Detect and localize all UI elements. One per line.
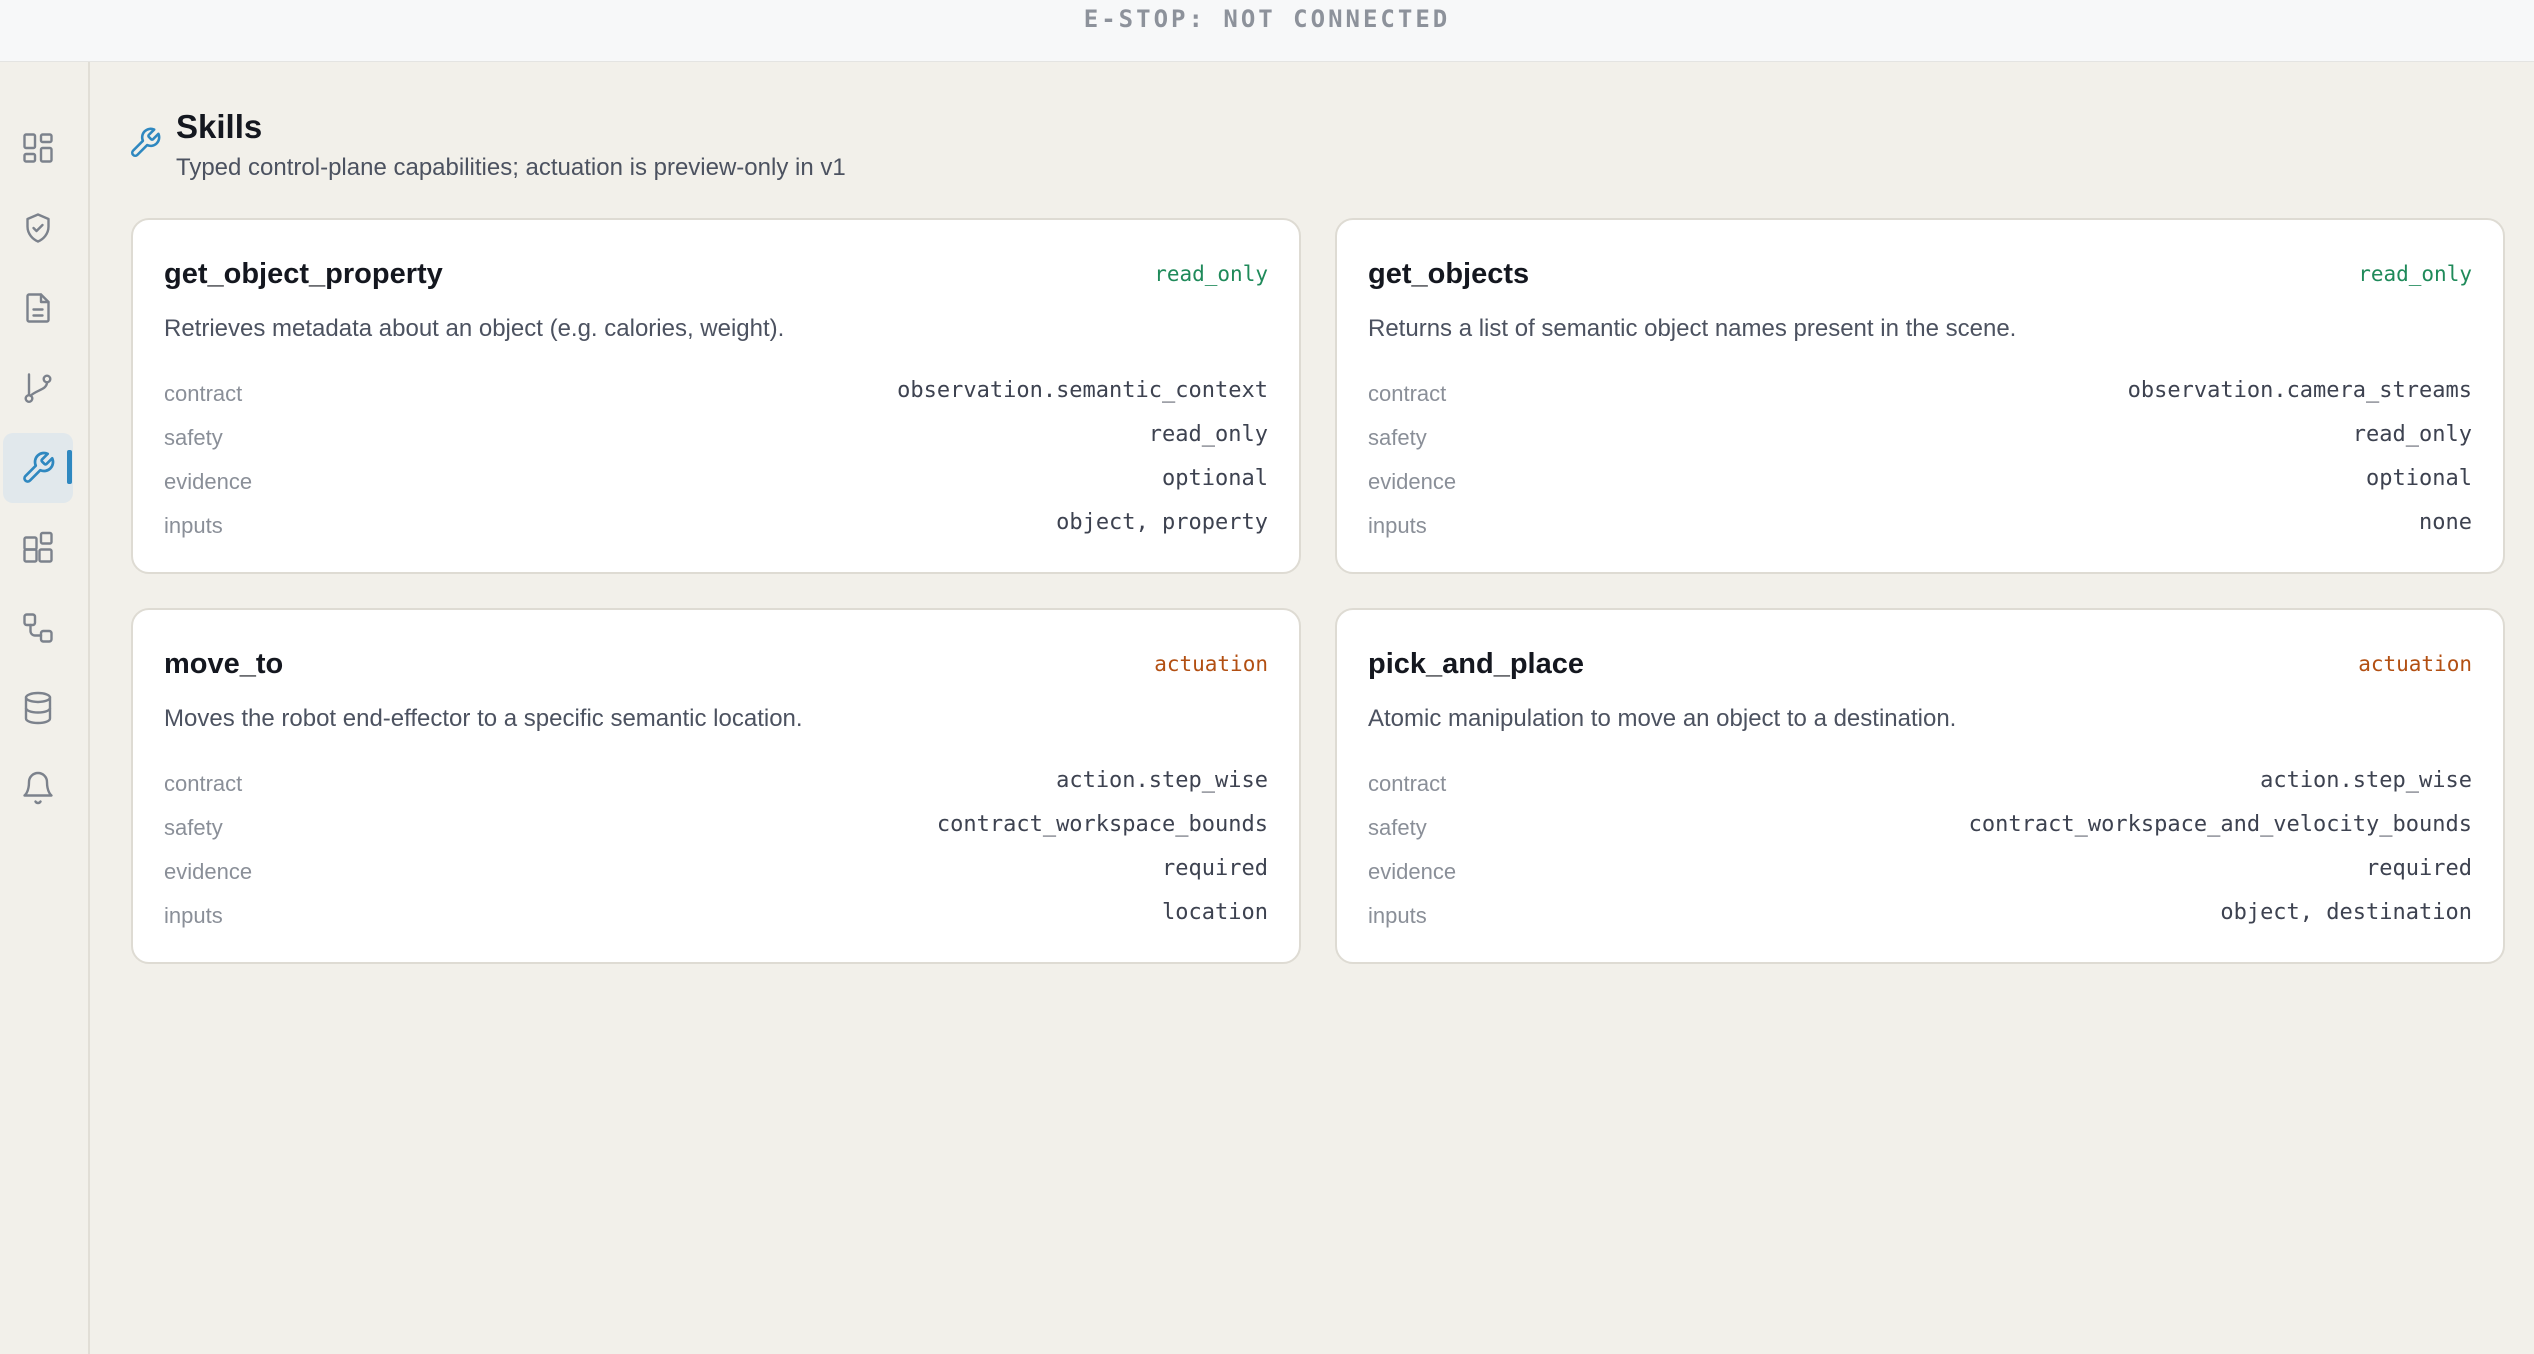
- database-icon: [24, 691, 52, 725]
- blocks-icon: [23, 531, 53, 563]
- inputs-label: inputs: [164, 903, 223, 928]
- evidence-label: evidence: [1368, 859, 1457, 884]
- skill-type-badge: read_only: [1154, 262, 1268, 286]
- inputs-value: object, destination: [2220, 900, 2472, 925]
- contract-label: contract: [164, 771, 243, 796]
- dashboard-icon: [23, 133, 53, 163]
- inputs-value: object, property: [1056, 510, 1268, 535]
- contract-label: contract: [1368, 381, 1447, 406]
- workflow-icon: [23, 613, 53, 643]
- safety-label: safety: [164, 815, 223, 840]
- contract-value: action.step_wise: [1056, 768, 1268, 793]
- contract-value: action.step_wise: [2260, 768, 2472, 793]
- estop-status: E-STOP: NOT CONNECTED: [1083, 4, 1451, 33]
- skill-name: move_to: [164, 648, 284, 680]
- skill-type-badge: read_only: [2358, 262, 2472, 286]
- skill-card-get-objects[interactable]: get_objects read_only Returns a list of …: [1335, 218, 2505, 574]
- shield-check-icon: [26, 213, 50, 243]
- sidebar-item-dashboard[interactable]: [3, 113, 73, 183]
- evidence-value: optional: [1162, 466, 1268, 491]
- safety-label: safety: [1368, 425, 1427, 450]
- safety-value: read_only: [1148, 422, 1268, 447]
- inputs-label: inputs: [1368, 903, 1427, 928]
- inputs-label: inputs: [1368, 513, 1427, 538]
- page-subtitle: Typed control-plane capabilities; actuat…: [176, 154, 846, 181]
- skill-type-badge: actuation: [1154, 652, 1268, 676]
- skill-type-badge: actuation: [2358, 652, 2472, 676]
- sidebar-item-notifications[interactable]: [3, 753, 73, 823]
- wrench-icon: [23, 451, 55, 483]
- evidence-label: evidence: [1368, 469, 1457, 494]
- top-status-bar: E-STOP: NOT CONNECTED: [0, 0, 2534, 62]
- safety-label: safety: [1368, 815, 1427, 840]
- contract-label: contract: [1368, 771, 1447, 796]
- evidence-label: evidence: [164, 859, 253, 884]
- skill-name: get_objects: [1368, 258, 1530, 290]
- evidence-value: required: [2366, 856, 2472, 881]
- evidence-label: evidence: [164, 469, 253, 494]
- contract-value: observation.camera_streams: [2127, 378, 2472, 403]
- active-nav-indicator: [67, 450, 72, 484]
- inputs-value: none: [2419, 510, 2472, 535]
- skill-name: pick_and_place: [1368, 648, 1584, 680]
- sidebar-item-skills[interactable]: [3, 433, 73, 503]
- safety-value: contract_workspace_and_velocity_bounds: [1968, 812, 2472, 837]
- contract-value: observation.semantic_context: [897, 378, 1268, 403]
- skill-description: Moves the robot end-effector to a specif…: [164, 705, 803, 732]
- sidebar-item-safety[interactable]: [3, 193, 73, 263]
- evidence-value: optional: [2366, 466, 2472, 491]
- skill-description: Returns a list of semantic object names …: [1368, 315, 2017, 342]
- skill-card-get-object-property[interactable]: get_object_property read_only Retrieves …: [131, 218, 1301, 574]
- safety-label: safety: [164, 425, 223, 450]
- evidence-value: required: [1162, 856, 1268, 881]
- skill-description: Retrieves metadata about an object (e.g.…: [164, 315, 785, 342]
- contract-label: contract: [164, 381, 243, 406]
- bell-icon: [23, 771, 53, 805]
- git-branch-icon: [24, 373, 52, 403]
- inputs-label: inputs: [164, 513, 223, 538]
- safety-value: read_only: [2352, 422, 2472, 447]
- wrench-icon: [131, 127, 161, 157]
- sidebar-item-data[interactable]: [3, 673, 73, 743]
- sidebar-item-branches[interactable]: [3, 353, 73, 423]
- page-title: Skills: [176, 108, 263, 145]
- inputs-value: location: [1162, 900, 1268, 925]
- skill-card-move-to[interactable]: move_to actuation Moves the robot end-ef…: [131, 608, 1301, 964]
- skill-description: Atomic manipulation to move an object to…: [1368, 705, 1957, 732]
- skill-name: get_object_property: [164, 258, 443, 290]
- sidebar-item-documents[interactable]: [3, 273, 73, 343]
- document-icon: [26, 293, 50, 323]
- sidebar: [0, 62, 90, 1354]
- sidebar-item-workflows[interactable]: [3, 593, 73, 663]
- skill-card-pick-and-place[interactable]: pick_and_place actuation Atomic manipula…: [1335, 608, 2505, 964]
- safety-value: contract_workspace_bounds: [936, 812, 1268, 837]
- sidebar-item-modules[interactable]: [3, 513, 73, 583]
